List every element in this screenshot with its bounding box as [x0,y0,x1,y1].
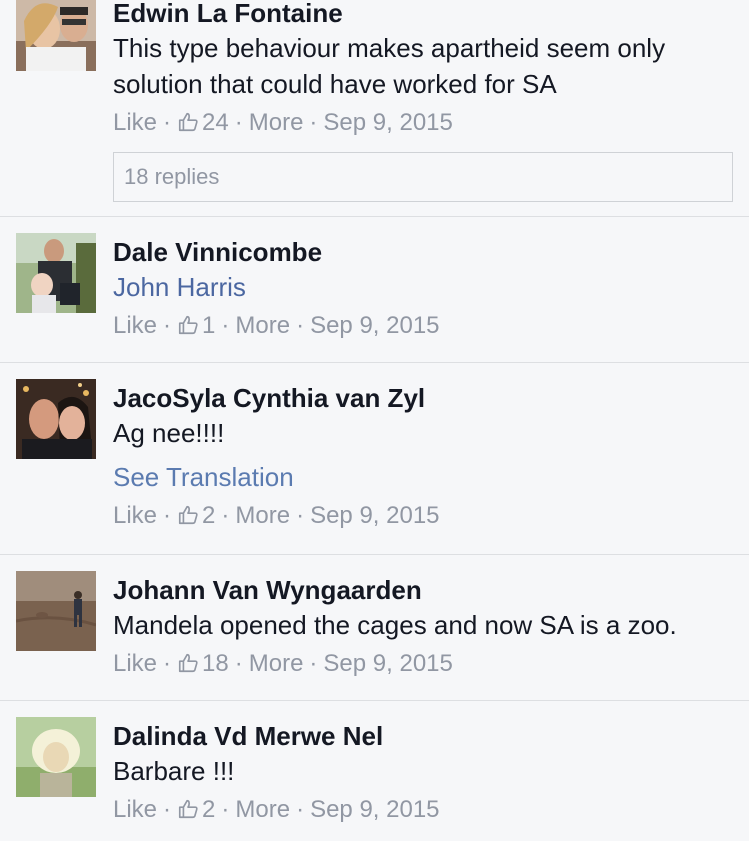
comment-item: Dale Vinnicombe John Harris Like · 1 · More ·… [0,217,749,363]
see-translation-link[interactable]: See Translation [113,459,735,495]
more-button[interactable]: More [249,649,304,679]
like-count-value: 1 [202,312,216,339]
like-button[interactable]: Like [113,501,157,531]
separator-dot: · [163,312,172,339]
mentioned-user-link[interactable]: John Harris [113,269,735,305]
commenter-name[interactable]: Edwin La Fontaine [113,0,735,28]
comment-item: JacoSyla Cynthia van Zyl Ag nee!!!! See … [0,363,749,555]
comment-item: Edwin La Fontaine This type behaviour ma… [0,0,749,217]
separator-dot: · [163,650,172,677]
like-count-value: 24 [202,109,229,136]
separator-dot: · [309,109,318,136]
separator-dot: · [234,650,243,677]
thumbs-up-icon [178,112,198,132]
like-count[interactable]: 18 [177,649,229,679]
comment-text: Barbare !!! [113,756,235,786]
like-count-value: 18 [202,650,229,677]
like-count[interactable]: 24 [177,108,229,138]
separator-dot: · [296,312,305,339]
separator-dot: · [221,312,230,339]
comment-date[interactable]: Sep 9, 2015 [310,311,439,341]
avatar[interactable] [16,571,96,651]
separator-dot: · [221,796,230,823]
like-button[interactable]: Like [113,108,157,138]
commenter-name[interactable]: Dalinda Vd Merwe Nel [113,721,735,751]
separator-dot: · [296,502,305,529]
like-button[interactable]: Like [113,311,157,341]
thumbs-up-icon [178,799,198,819]
avatar[interactable] [16,379,96,459]
like-count-value: 2 [202,796,216,823]
comment-item: Johann Van Wyngaarden Mandela opened the… [0,555,749,701]
comment-text: This type behaviour makes apartheid seem… [113,33,666,99]
separator-dot: · [296,796,305,823]
like-count[interactable]: 1 [177,311,215,341]
like-count[interactable]: 2 [177,501,215,531]
commenter-name[interactable]: Johann Van Wyngaarden [113,575,735,605]
comment-actions: Like · 2 · More · Sep 9, 2015 [113,501,735,531]
more-button[interactable]: More [249,108,304,138]
thumbs-up-icon [178,653,198,673]
thumbs-up-icon [178,505,198,525]
comment-text: Ag nee!!!! [113,418,225,448]
more-button[interactable]: More [235,795,290,825]
like-button[interactable]: Like [113,795,157,825]
separator-dot: · [234,109,243,136]
commenter-name[interactable]: JacoSyla Cynthia van Zyl [113,383,735,413]
like-button[interactable]: Like [113,649,157,679]
thumbs-up-icon [178,315,198,335]
comment-actions: Like · 18 · More · Sep 9, 2015 [113,649,735,679]
avatar[interactable] [16,0,96,71]
comment-actions: Like · 1 · More · Sep 9, 2015 [113,311,735,341]
more-button[interactable]: More [235,501,290,531]
separator-dot: · [163,796,172,823]
like-count[interactable]: 2 [177,795,215,825]
replies-button[interactable]: 18 replies [113,152,733,202]
separator-dot: · [163,109,172,136]
separator-dot: · [309,650,318,677]
comment-actions: Like · 24 · More · Sep 9, 2015 [113,108,735,138]
comment-date[interactable]: Sep 9, 2015 [323,649,452,679]
comment-date[interactable]: Sep 9, 2015 [310,501,439,531]
separator-dot: · [221,502,230,529]
avatar[interactable] [16,717,96,797]
like-count-value: 2 [202,502,216,529]
avatar[interactable] [16,233,96,313]
comment-item: Dalinda Vd Merwe Nel Barbare !!! Like · 2 ·… [0,701,749,841]
more-button[interactable]: More [235,311,290,341]
comment-date[interactable]: Sep 9, 2015 [323,108,452,138]
comment-actions: Like · 2 · More · Sep 9, 2015 [113,795,735,825]
separator-dot: · [163,502,172,529]
commenter-name[interactable]: Dale Vinnicombe [113,237,735,267]
comment-date[interactable]: Sep 9, 2015 [310,795,439,825]
comment-text: Mandela opened the cages and now SA is a… [113,610,677,640]
